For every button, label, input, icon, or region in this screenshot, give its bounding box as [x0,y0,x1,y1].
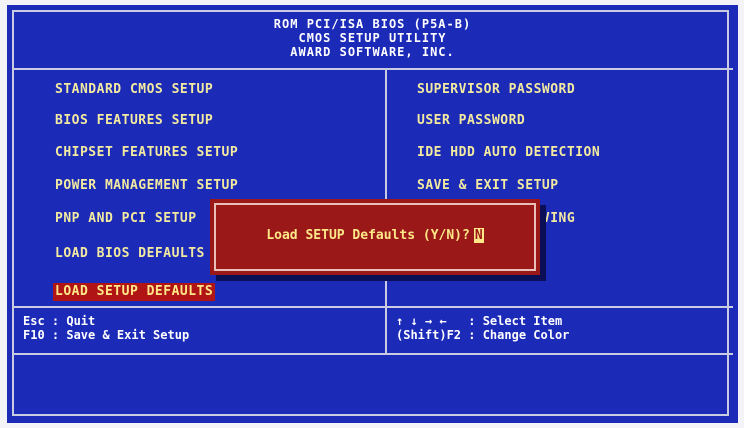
menu-item-power-management-setup[interactable]: POWER MANAGEMENT SETUP [55,177,238,195]
dialog-input[interactable]: N [473,228,484,243]
help-column-divider [385,306,387,353]
help-change-color: (Shift)F2 : Change Color [396,328,570,342]
menu-item-supervisor-password[interactable]: SUPERVISOR PASSWORD [417,81,575,99]
menu-item-load-bios-defaults[interactable]: LOAD BIOS DEFAULTS [55,245,205,263]
help-select-item: ↑ ↓ → ← : Select Item [396,314,563,328]
menu-item-load-setup-defaults[interactable]: LOAD SETUP DEFAULTS [53,283,216,301]
vendor-title: AWARD SOFTWARE, INC. [290,45,455,59]
dialog-message: Load SETUP Defaults (Y/N)? N [210,228,540,243]
header-divider [12,68,733,70]
help-save-exit: F10 : Save & Exit Setup [23,328,190,342]
menu-item-save-and-exit-setup[interactable]: SAVE & EXIT SETUP [417,177,559,195]
menu-item-chipset-features-setup[interactable]: CHIPSET FEATURES SETUP [55,144,238,162]
menu-item-bios-features-setup[interactable]: BIOS FEATURES SETUP [55,112,213,130]
status-area [14,355,731,415]
menu-item-pnp-and-pci-setup[interactable]: PNP AND PCI SETUP [55,210,197,228]
dialog-prompt: Load SETUP Defaults (Y/N)? [266,228,470,243]
help-quit: Esc : Quit [23,314,96,328]
menu-item-standard-cmos-setup[interactable]: STANDARD CMOS SETUP [55,81,213,99]
bios-title: ROM PCI/ISA BIOS (P5A-B) [273,17,472,31]
menu-item-user-password[interactable]: USER PASSWORD [417,112,525,130]
menu-item-ide-hdd-auto-detection[interactable]: IDE HDD AUTO DETECTION [417,144,600,162]
menu-divider [12,306,733,308]
load-defaults-dialog[interactable]: Load SETUP Defaults (Y/N)? N [210,199,540,275]
utility-title: CMOS SETUP UTILITY [298,31,447,45]
